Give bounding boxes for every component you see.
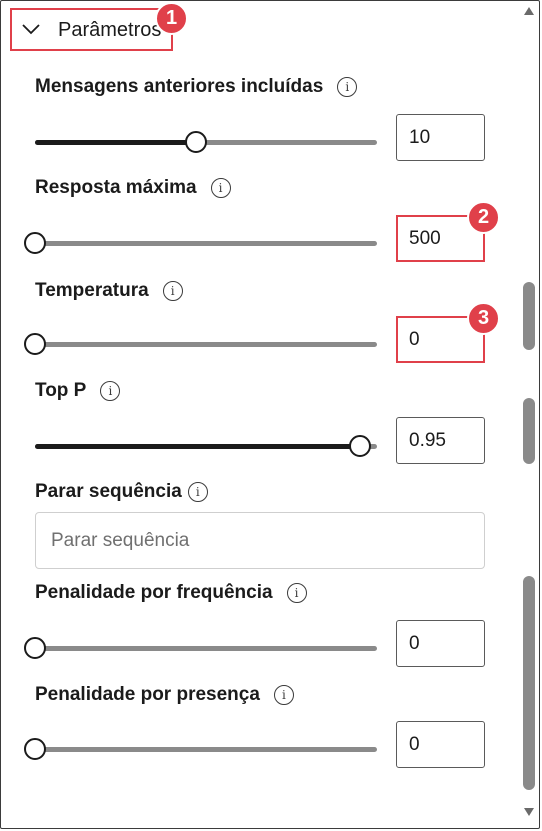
temperature-label-text: Temperatura [35,280,149,301]
stop-sequence-input[interactable]: Parar sequência [35,512,485,569]
slider-thumb[interactable] [349,435,371,457]
parameters-section-toggle[interactable]: Parâmetros [10,8,173,51]
past-messages-value[interactable]: 10 [396,114,485,161]
callout-badge-3: 3 [467,302,500,335]
temperature-label: Temperatura i [35,280,183,302]
top-p-slider[interactable] [35,435,377,457]
vertical-scrollbar[interactable] [518,0,540,829]
info-icon[interactable]: i [337,77,358,97]
past-messages-slider[interactable] [35,131,377,153]
max-response-slider[interactable] [24,232,377,254]
temperature-slider[interactable] [24,333,377,355]
section-title: Parâmetros [58,19,162,41]
frequency-penalty-slider[interactable] [24,637,377,659]
stop-sequence-label-text: Parar sequência [35,481,182,502]
info-icon[interactable]: i [162,281,183,301]
chevron-down-icon [22,24,40,35]
slider-thumb[interactable] [24,232,46,254]
frequency-penalty-value[interactable]: 0 [396,620,485,667]
past-messages-label: Mensagens anteriores incluídas i [35,76,358,98]
info-icon[interactable]: i [286,583,307,603]
past-messages-label-text: Mensagens anteriores incluídas [35,76,324,97]
scrollbar-thumb[interactable] [523,576,535,790]
scroll-down-arrow-icon[interactable] [523,807,535,817]
scrollbar-thumb-segment[interactable] [523,282,535,350]
top-p-label-text: Top P [35,380,87,401]
slider-fill [35,444,360,449]
frequency-penalty-label: Penalidade por frequência i [35,582,307,604]
scrollbar-thumb-segment[interactable] [523,398,535,464]
callout-badge-2: 2 [467,201,500,234]
top-p-value[interactable]: 0.95 [396,417,485,464]
callout-badge-1: 1 [155,2,188,35]
max-response-label-text: Resposta máxima [35,177,197,198]
info-icon[interactable]: i [187,482,208,502]
slider-thumb[interactable] [24,637,46,659]
stop-sequence-label: Parar sequência i [35,481,208,503]
scroll-up-arrow-icon[interactable] [523,6,535,16]
info-icon[interactable]: i [273,685,294,705]
slider-thumb[interactable] [24,333,46,355]
info-icon[interactable]: i [210,178,231,198]
max-response-label: Resposta máxima i [35,177,231,199]
frequency-penalty-label-text: Penalidade por frequência [35,582,273,603]
slider-thumb[interactable] [185,131,207,153]
top-p-label: Top P i [35,380,121,402]
presence-penalty-label-text: Penalidade por presença [35,684,260,705]
presence-penalty-slider[interactable] [24,738,377,760]
slider-thumb[interactable] [24,738,46,760]
presence-penalty-value[interactable]: 0 [396,721,485,768]
presence-penalty-label: Penalidade por presença i [35,684,294,706]
slider-fill [35,140,196,145]
info-icon[interactable]: i [100,381,121,401]
